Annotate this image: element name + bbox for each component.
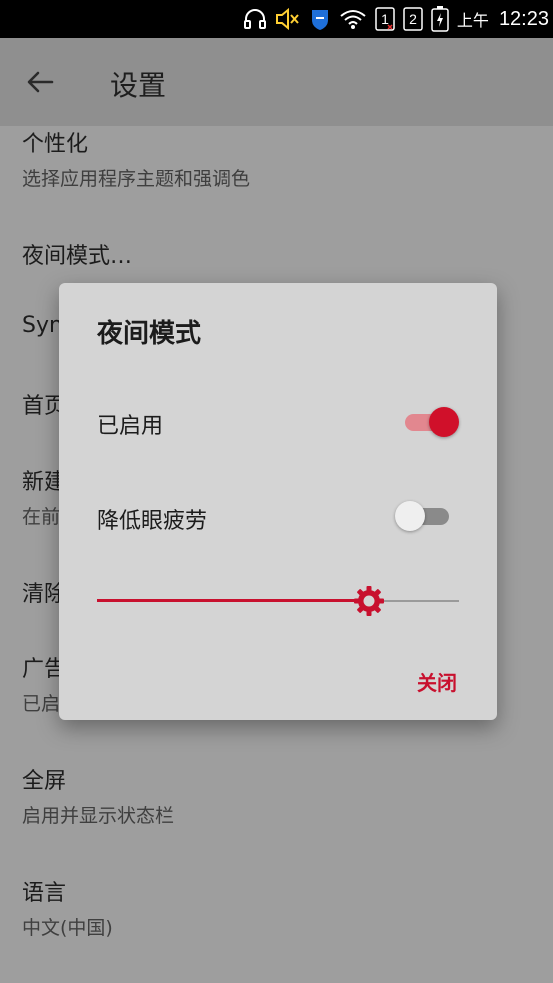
status-bar: 1 2 上午 12:23 bbox=[0, 0, 553, 38]
svg-text:1: 1 bbox=[381, 11, 389, 27]
reduce-eye-strain-label: 降低眼疲劳 bbox=[97, 509, 208, 534]
switch-thumb bbox=[395, 501, 425, 531]
reduce-eye-strain-switch[interactable] bbox=[395, 499, 453, 533]
dialog-title: 夜间模式 bbox=[97, 319, 202, 349]
slider-gear-handle-icon[interactable] bbox=[353, 585, 385, 617]
battery-charging-icon bbox=[431, 6, 449, 32]
status-time: 12:23 bbox=[498, 7, 549, 30]
status-ampm: 上午 bbox=[456, 11, 489, 30]
enabled-switch[interactable] bbox=[401, 405, 459, 439]
night-level-slider[interactable] bbox=[97, 583, 459, 619]
sim-1-icon: 1 bbox=[375, 6, 395, 32]
headphones-icon bbox=[243, 6, 267, 32]
switch-thumb bbox=[429, 407, 459, 437]
sim-2-icon: 2 bbox=[403, 6, 423, 32]
close-button[interactable]: 关闭 bbox=[417, 667, 457, 696]
wifi-icon bbox=[339, 6, 367, 32]
svg-text:2: 2 bbox=[409, 11, 417, 27]
enabled-label: 已启用 bbox=[97, 414, 164, 439]
slider-fill bbox=[97, 599, 369, 602]
night-mode-dialog: 夜间模式 已启用 降低眼疲劳 关闭 bbox=[59, 283, 497, 720]
mute-icon bbox=[275, 6, 301, 32]
shield-icon bbox=[309, 6, 331, 32]
